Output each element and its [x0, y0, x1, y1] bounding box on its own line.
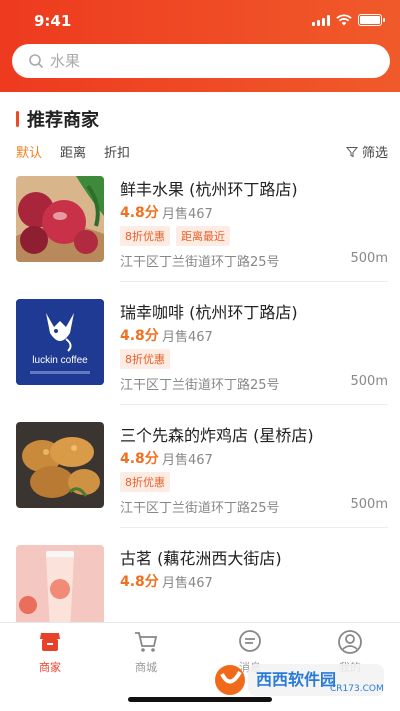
merchant-card[interactable]: 鲜丰水果 (杭州环丁路店) 4.8分 月售467 8折优惠 距离最近 江干区丁兰…: [16, 176, 388, 276]
merchant-card[interactable]: 古茗 (藕花洲西大街店) 4.8分 月售467: [16, 545, 388, 622]
sort-discount[interactable]: 折扣: [104, 142, 130, 161]
discount-tag: 8折优惠: [120, 472, 170, 492]
home-indicator: [128, 697, 272, 702]
app-header: 9:41: [0, 0, 400, 92]
search-input[interactable]: [50, 52, 350, 70]
section-accent-bar: [16, 111, 19, 127]
merchant-name: 古茗 (藕花洲西大街店): [120, 549, 282, 568]
merchant-tags: 8折优惠: [120, 472, 170, 492]
merchant-sales: 月售467: [162, 207, 213, 222]
sort-distance[interactable]: 距离: [60, 142, 86, 161]
merchant-card[interactable]: luckin coffee 瑞幸咖啡 (杭州环丁路店) 4.8分 月售467 8…: [16, 299, 388, 399]
wifi-icon: [336, 14, 352, 26]
merchant-address: 江干区丁兰街道环丁路25号: [120, 378, 280, 393]
nearest-tag: 距离最近: [176, 226, 230, 246]
tab-label: 商城: [135, 661, 157, 674]
search-bar[interactable]: [12, 44, 390, 78]
merchant-rating: 4.8分: [120, 451, 159, 467]
filter-label: 筛选: [361, 146, 388, 161]
luckin-logo-text: luckin coffee: [32, 355, 88, 366]
merchant-distance: 500m: [350, 497, 388, 512]
merchant-distance: 500m: [350, 374, 388, 389]
merchant-panel: 推荐商家 默认 距离 折扣 筛选 鲜丰水果 (杭州环丁路店) 4.8分 月售46…: [0, 92, 400, 622]
section-title: 推荐商家: [27, 110, 99, 131]
store-icon: [40, 633, 60, 651]
filter-button[interactable]: 筛选: [345, 142, 388, 161]
cellular-signal-icon: [312, 14, 330, 26]
merchant-card[interactable]: 三个先森的炸鸡店 (星桥店) 4.8分 月售467 8折优惠 江干区丁兰街道环丁…: [16, 422, 388, 522]
discount-tag: 8折优惠: [120, 349, 170, 369]
message-icon: [239, 630, 261, 652]
merchant-sales: 月售467: [162, 330, 213, 345]
tab-label: 商家: [39, 661, 61, 674]
status-icons: [312, 14, 385, 26]
merchant-distance: 500m: [350, 251, 388, 266]
merchant-sales: 月售467: [162, 576, 213, 591]
filter-funnel-icon: [345, 146, 358, 157]
status-bar: 9:41: [0, 0, 400, 40]
section-header: 推荐商家: [16, 106, 99, 132]
search-icon: [29, 54, 44, 69]
card-divider: [120, 281, 388, 282]
sort-filters: 默认 距离 折扣 筛选: [16, 142, 388, 162]
merchant-name: 瑞幸咖啡 (杭州环丁路店): [120, 303, 298, 322]
card-divider: [120, 404, 388, 405]
merchant-tags: 8折优惠 距离最近: [120, 226, 230, 246]
merchant-photo-tea-drink: [16, 545, 104, 622]
tab-mall[interactable]: 商城: [111, 629, 181, 675]
cart-icon: [135, 632, 158, 652]
merchant-rating: 4.8分: [120, 574, 159, 590]
merchant-photo-fruit: [16, 176, 104, 262]
merchant-name: 鲜丰水果 (杭州环丁路店): [120, 180, 298, 199]
merchant-address: 江干区丁兰街道环丁路25号: [120, 255, 280, 270]
sort-default[interactable]: 默认: [16, 142, 42, 161]
tab-merchants[interactable]: 商家: [15, 629, 85, 675]
merchant-sales: 月售467: [162, 453, 213, 468]
watermark-brand: 西西软件园: [256, 670, 337, 689]
battery-icon: [358, 14, 385, 26]
watermark-logo: 西西软件园 CR173.COM: [212, 660, 392, 702]
status-time: 9:41: [34, 12, 72, 30]
discount-tag: 8折优惠: [120, 226, 170, 246]
merchant-logo-luckin: luckin coffee: [16, 299, 104, 385]
merchant-address: 江干区丁兰街道环丁路25号: [120, 501, 280, 516]
card-divider: [120, 527, 388, 528]
merchant-rating: 4.8分: [120, 328, 159, 344]
merchant-tags: 8折优惠: [120, 349, 170, 369]
merchant-rating: 4.8分: [120, 205, 159, 221]
user-icon: [338, 630, 362, 654]
merchant-photo-fried-chicken: [16, 422, 104, 508]
merchant-name: 三个先森的炸鸡店 (星桥店): [120, 426, 314, 445]
watermark-url: CR173.COM: [330, 684, 384, 694]
